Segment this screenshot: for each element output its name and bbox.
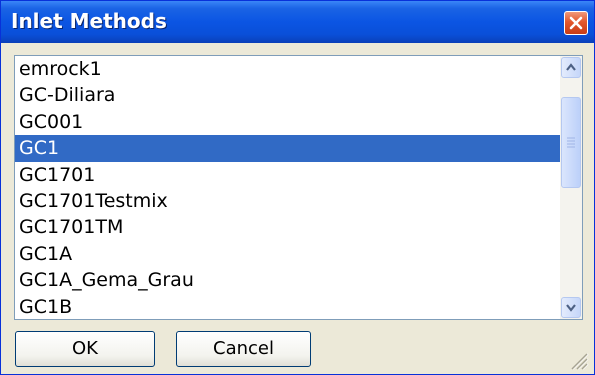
scroll-up-arrow-icon	[566, 63, 576, 71]
list-item[interactable]: GC1A	[15, 241, 560, 267]
inlet-methods-dialog: Inlet Methods emrock1 GC-Diliara GC001 GC1 G…	[0, 0, 595, 375]
resize-grip-icon[interactable]	[567, 348, 589, 370]
scroll-down-arrow-icon	[566, 304, 576, 312]
methods-listbox[interactable]: emrock1 GC-Diliara GC001 GC1 GC1701 GC1701Tes…	[14, 55, 583, 320]
ok-button[interactable]: OK	[15, 331, 155, 367]
close-icon	[569, 16, 583, 30]
window-title: Inlet Methods	[11, 9, 167, 33]
list-item[interactable]: GC1701TM	[15, 214, 560, 240]
scrollbar-thumb[interactable]	[561, 97, 581, 188]
list-item[interactable]: GC001	[15, 109, 560, 135]
scroll-up-button[interactable]	[561, 57, 581, 78]
dialog-body: emrock1 GC-Diliara GC001 GC1 GC1701 GC1701Tes…	[1, 43, 594, 374]
list-item-selected[interactable]: GC1	[15, 135, 560, 162]
list-item[interactable]: emrock1	[15, 56, 560, 82]
close-button[interactable]	[564, 11, 588, 35]
list-item[interactable]: GC1B	[15, 294, 560, 319]
scrollbar-thumb-grip-icon	[567, 137, 575, 148]
list-item[interactable]: GC-Diliara	[15, 82, 560, 108]
list-item[interactable]: GC1A_Gema_Grau	[15, 267, 560, 293]
methods-list-items: emrock1 GC-Diliara GC001 GC1 GC1701 GC1701Tes…	[15, 56, 560, 319]
list-item[interactable]: GC1701Testmix	[15, 188, 560, 214]
cancel-button[interactable]: Cancel	[176, 331, 311, 367]
list-item[interactable]: GC1701	[15, 162, 560, 188]
vertical-scrollbar[interactable]	[560, 56, 582, 319]
scroll-down-button[interactable]	[561, 297, 581, 318]
title-bar[interactable]: Inlet Methods	[1, 1, 594, 43]
